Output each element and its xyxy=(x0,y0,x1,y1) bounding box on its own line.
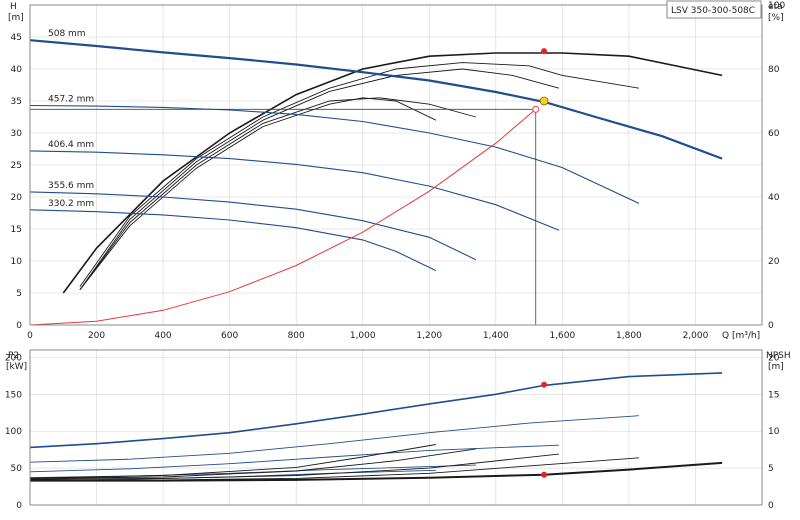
pump-performance-chart: 0 200 400 600 800 1,000 1,200 1,400 1,600 1,800 2,… xyxy=(5,0,791,511)
top-right-tick-label: 0 xyxy=(768,321,774,331)
power-point-marker xyxy=(541,381,548,388)
bottom-right-tick-label: 5 xyxy=(768,464,774,474)
bottom-right-tick-label: 0 xyxy=(768,501,774,511)
head-curve-label: 457.2 mm xyxy=(48,94,94,104)
top-right-axis-title: eta xyxy=(768,2,783,12)
npsh-curve xyxy=(29,444,436,479)
series-layer xyxy=(29,39,723,482)
bottom-left-axis-unit: [kW] xyxy=(6,362,27,372)
head-curve xyxy=(29,104,640,204)
head-curve xyxy=(29,209,437,272)
top-left-tick-label: 0 xyxy=(16,321,22,331)
top-left-tick-label: 25 xyxy=(11,161,22,171)
top-right-axis-unit: [%] xyxy=(768,13,784,23)
npsh-point-marker xyxy=(541,471,548,478)
top-left-tick-label: 30 xyxy=(11,129,23,139)
x-tick-label: 400 xyxy=(154,331,171,341)
top-left-tick-label: 20 xyxy=(11,193,23,203)
system-curve xyxy=(29,108,537,326)
bottom-left-tick-label: 150 xyxy=(5,390,22,400)
bottom-left-tick-label: 50 xyxy=(11,464,23,474)
bottom-right-axis-title: NPSH xyxy=(766,351,791,361)
power-curve xyxy=(29,372,723,449)
head-curve-label: 355.6 mm xyxy=(48,181,94,191)
top-left-tick-label: 35 xyxy=(11,97,22,107)
x-tick-label: 1,400 xyxy=(483,331,509,341)
x-tick-label: 1,000 xyxy=(350,331,376,341)
efficiency-curve xyxy=(79,62,639,287)
x-tick-label: 0 xyxy=(27,331,33,341)
efficiency-curve xyxy=(79,68,560,291)
bottom-right-axis-unit: [m] xyxy=(768,362,784,372)
system-point-marker xyxy=(532,105,540,113)
top-right-tick-label: 60 xyxy=(768,129,780,139)
x-tick-label: 1,200 xyxy=(416,331,442,341)
top-left-tick-label: 45 xyxy=(11,33,22,43)
x-tick-label: 600 xyxy=(221,331,238,341)
head-curve-label: 330.2 mm xyxy=(48,199,94,209)
top-left-tick-label: 5 xyxy=(16,289,22,299)
top-left-axis-unit: [m] xyxy=(8,13,24,23)
top-left-tick-label: 15 xyxy=(11,225,22,235)
chart-title: LSV 350-300-508C xyxy=(671,6,755,16)
top-right-tick-label: 20 xyxy=(768,257,780,267)
head-curve-label: 508 mm xyxy=(48,29,86,39)
top-left-tick-label: 10 xyxy=(11,257,23,267)
top-left-axis-title: H xyxy=(10,2,17,12)
top-right-tick-label: 80 xyxy=(768,65,780,75)
bottom-left-tick-label: 100 xyxy=(5,427,22,437)
tick-labels: 0 200 400 600 800 1,000 1,200 1,400 1,600 1,800 2,… xyxy=(5,1,786,511)
x-tick-label: 2,000 xyxy=(683,331,709,341)
x-tick-label: 200 xyxy=(88,331,105,341)
grid xyxy=(29,5,762,506)
bottom-left-tick-label: 0 xyxy=(16,501,22,511)
bottom-plot-frame xyxy=(29,349,763,506)
top-right-tick-label: 40 xyxy=(768,193,780,203)
duty-point-marker xyxy=(539,96,549,106)
bottom-left-axis-title: P2 xyxy=(8,351,19,361)
bottom-right-tick-label: 10 xyxy=(768,427,780,437)
x-tick-label: 800 xyxy=(288,331,305,341)
head-curve xyxy=(29,191,477,261)
x-tick-label: 1,800 xyxy=(616,331,642,341)
head-curve xyxy=(29,150,560,231)
bottom-right-tick-label: 15 xyxy=(768,390,779,400)
efficiency-point-marker xyxy=(541,48,548,55)
marker-layer xyxy=(532,48,549,478)
efficiency-curve xyxy=(62,52,723,294)
x-axis-label: Q [m³/h] xyxy=(722,331,760,341)
x-tick-label: 1,600 xyxy=(549,331,575,341)
top-left-tick-label: 40 xyxy=(11,65,23,75)
head-curve-label: 406.4 mm xyxy=(48,140,94,150)
